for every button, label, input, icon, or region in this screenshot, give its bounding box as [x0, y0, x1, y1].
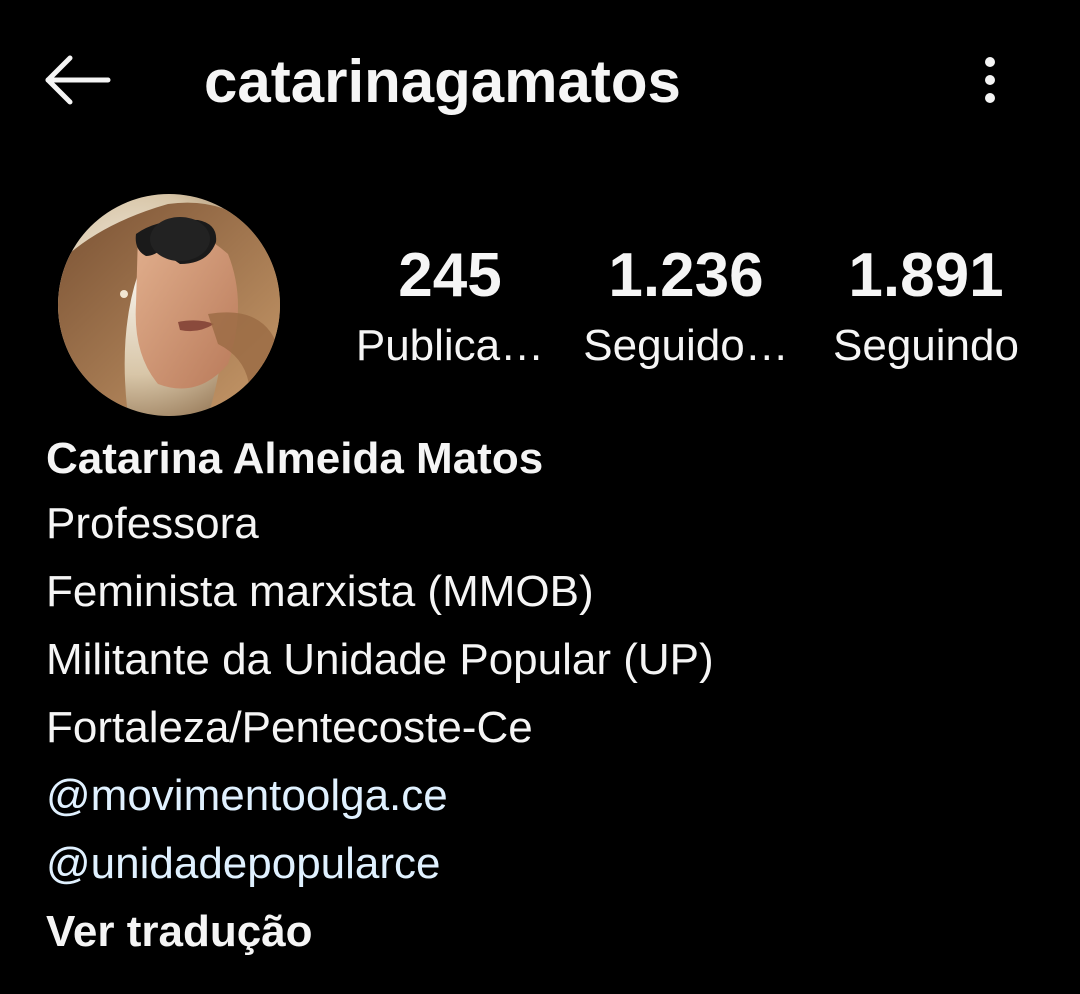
- bio-mention-link[interactable]: @movimentoolga.ce: [46, 762, 1046, 830]
- bio-line: Feminista marxista (MMOB): [46, 567, 594, 616]
- bio-line: Fortaleza/Pentecoste-Ce: [46, 703, 533, 752]
- stat-followers[interactable]: 1.236 Seguido…: [576, 236, 796, 376]
- back-button[interactable]: [40, 50, 116, 110]
- bio-mention-link[interactable]: @unidadepopularce: [46, 830, 1046, 898]
- stat-following-count: 1.891: [848, 241, 1004, 310]
- stat-posts-label: Publica…: [355, 321, 545, 370]
- bio-line: Professora: [46, 499, 259, 548]
- arrow-left-icon: [45, 55, 111, 105]
- more-options-button[interactable]: [970, 52, 1010, 108]
- profile-stats: 245 Publica… 1.236 Seguido… 1.891 Seguin…: [340, 236, 1040, 386]
- profile-username: catarinagamatos: [204, 48, 681, 115]
- profile-photo-avatar: [58, 194, 280, 416]
- profile-header: catarinagamatos: [0, 0, 1080, 160]
- stat-following[interactable]: 1.891 Seguindo: [816, 236, 1036, 376]
- stat-posts[interactable]: 245 Publica…: [350, 236, 550, 376]
- stat-followers-label: Seguido…: [583, 321, 789, 370]
- stat-posts-count: 245: [398, 241, 502, 310]
- profile-bio: Catarina Almeida Matos Professora Femini…: [46, 428, 1046, 966]
- see-translation-link[interactable]: Ver tradução: [46, 898, 1046, 966]
- stat-followers-count: 1.236: [608, 241, 764, 310]
- bio-line: Militante da Unidade Popular (UP): [46, 635, 714, 684]
- profile-avatar[interactable]: [58, 194, 280, 416]
- more-vertical-icon: [985, 57, 995, 103]
- stat-following-label: Seguindo: [833, 321, 1019, 370]
- profile-display-name: Catarina Almeida Matos: [46, 434, 544, 483]
